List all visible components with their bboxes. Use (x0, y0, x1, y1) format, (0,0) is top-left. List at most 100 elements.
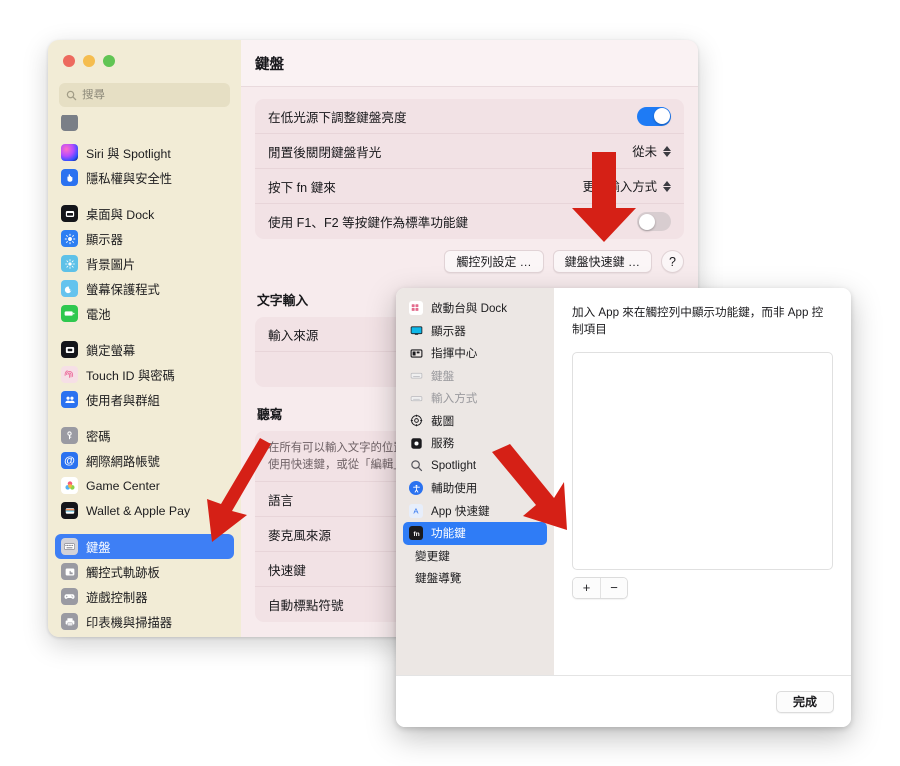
arrow-to-function-keys-category (492, 444, 567, 530)
pane-description: 加入 App 來在觸控列中顯示功能鍵，而非 App 控制項目 (572, 306, 824, 337)
category-label: 啟動台與 Dock (431, 302, 508, 316)
accessibility-icon (409, 481, 423, 496)
keyboard-shortcuts-dialog: 啟動台與 Dock 顯示器 指揮中心 鍵盤 輸入方式 截圖 服務 Spotlig… (396, 288, 851, 727)
category-input-sources[interactable]: 輸入方式 (403, 387, 547, 410)
category-label: 鍵盤 (431, 369, 455, 383)
remove-app-button[interactable]: − (600, 577, 627, 598)
trackpad-icon (61, 563, 78, 580)
shortcuts-detail-pane: 加入 App 來在觸控列中顯示功能鍵，而非 App 控制項目 + − (554, 288, 851, 675)
sidebar-item-label: Wallet & Apple Pay (86, 503, 191, 518)
game-center-icon (61, 477, 78, 494)
chevron-updown-icon[interactable] (663, 145, 671, 157)
sidebar-group-divider (55, 190, 234, 201)
touch-id-icon (61, 366, 78, 383)
displays-icon (61, 230, 78, 247)
page-title: 鍵盤 (241, 40, 698, 87)
sidebar-item-label: 使用者與群組 (86, 393, 160, 408)
sidebar-item-label: Touch ID 與密碼 (86, 368, 175, 383)
sidebar-search-box[interactable] (59, 83, 230, 107)
passwords-key-icon (61, 427, 78, 444)
display-icon (409, 324, 423, 338)
row-label: 按下 fn 鍵來 (268, 180, 336, 195)
sidebar-item-desktop-dock[interactable]: 桌面與 Dock (55, 201, 234, 226)
sidebar-item-users-groups[interactable]: 使用者與群組 (55, 387, 234, 412)
fn-function-keys-icon: fn (409, 526, 423, 541)
help-button[interactable]: ? (661, 250, 684, 273)
screensaver-icon (61, 280, 78, 297)
category-keyboard[interactable]: 鍵盤 (403, 365, 547, 388)
sidebar-group-divider (55, 412, 234, 423)
screenshot-stage: Siri 與 Spotlight 隱私權與安全性 桌面與 Dock (0, 0, 900, 766)
launchpad-dock-icon (409, 301, 423, 316)
services-icon (409, 436, 423, 450)
category-label: 截圖 (431, 414, 455, 428)
category-label: Spotlight (431, 459, 477, 473)
category-screenshots[interactable]: 截圖 (403, 410, 547, 433)
mission-control-icon (409, 346, 423, 360)
row-adjust-brightness-low-light[interactable]: 在低光源下調整鍵盤亮度 (255, 99, 684, 134)
category-label: 鍵盤導覽 (415, 572, 462, 586)
sidebar-item-label: Siri 與 Spotlight (86, 146, 171, 161)
category-label: 功能鍵 (431, 527, 466, 541)
add-app-button[interactable]: + (573, 577, 600, 598)
sidebar-item-displays[interactable]: 顯示器 (55, 226, 234, 251)
keyboard-shortcuts-button[interactable]: 鍵盤快速鍵 … (552, 250, 652, 273)
desktop-dock-icon (61, 205, 78, 222)
category-keyboard-navigation[interactable]: 鍵盤導覽 (403, 567, 547, 590)
search-input[interactable] (82, 89, 223, 101)
category-label: 服務 (431, 437, 455, 451)
lock-screen-icon (61, 341, 78, 358)
sidebar-item-touch-id[interactable]: Touch ID 與密碼 (55, 362, 234, 387)
game-controller-icon (61, 588, 78, 605)
sidebar-item-privacy-security[interactable]: 隱私權與安全性 (55, 165, 234, 190)
sidebar-item-siri-spotlight[interactable]: Siri 與 Spotlight (55, 140, 234, 165)
sidebar-item-battery[interactable]: 電池 (55, 301, 234, 326)
close-button[interactable] (63, 55, 75, 67)
keyboard-action-buttons: 觸控列設定 … 鍵盤快速鍵 … ? (255, 250, 684, 273)
sidebar-item-screen-saver[interactable]: 螢幕保護程式 (55, 276, 234, 301)
category-label: 輸入方式 (431, 392, 478, 406)
sidebar-item-label: 電池 (86, 307, 111, 322)
touch-bar-settings-button[interactable]: 觸控列設定 … (444, 250, 544, 273)
keyboard-icon (409, 369, 423, 383)
svg-text:fn: fn (413, 531, 419, 538)
sidebar-item-label: 觸控式軌跡板 (86, 565, 160, 580)
shortcuts-dialog-footer: 完成 (396, 675, 851, 727)
svg-text:A: A (413, 506, 419, 515)
sidebar-item-trackpad[interactable]: 觸控式軌跡板 (55, 559, 234, 584)
sidebar-item-label: 鍵盤 (86, 540, 111, 555)
sidebar-item-label: 密碼 (86, 429, 111, 444)
done-button[interactable]: 完成 (776, 690, 834, 713)
sidebar-item-label: Game Center (86, 478, 160, 493)
category-launchpad-dock[interactable]: 啟動台與 Dock (403, 297, 547, 320)
sidebar-item-wallpaper[interactable]: 背景圖片 (55, 251, 234, 276)
sidebar-item-game-controller[interactable]: 遊戲控制器 (55, 584, 234, 609)
category-mission-control[interactable]: 指揮中心 (403, 342, 547, 365)
sidebar-group-divider (55, 326, 234, 337)
siri-icon (61, 144, 78, 161)
row-label: 在低光源下調整鍵盤亮度 (268, 110, 407, 125)
chevron-updown-icon[interactable] (663, 180, 671, 192)
sidebar-item-list: Siri 與 Spotlight 隱私權與安全性 桌面與 Dock 顯示器 背景… (48, 115, 241, 637)
category-displays[interactable]: 顯示器 (403, 320, 547, 343)
app-list-box[interactable] (572, 351, 833, 570)
sidebar-item-label: 背景圖片 (86, 257, 136, 272)
sidebar-item-label: 螢幕保護程式 (86, 282, 160, 297)
wallet-icon (61, 502, 78, 519)
wallpaper-icon (61, 255, 78, 272)
internet-accounts-icon: @ (61, 452, 78, 469)
sidebar-item-lock-screen[interactable]: 鎖定螢幕 (55, 337, 234, 362)
sidebar-item-label: 印表機與掃描器 (86, 615, 173, 630)
battery-icon (61, 305, 78, 322)
adjust-brightness-toggle[interactable] (637, 106, 671, 126)
arrow-to-keyboard-sidebar-item (207, 438, 271, 542)
sidebar-item-partial-above[interactable] (55, 115, 234, 140)
category-label: 指揮中心 (431, 347, 478, 361)
minimize-button[interactable] (83, 55, 95, 67)
category-modifier-keys[interactable]: 變更鍵 (403, 545, 547, 568)
sidebar-item-label: 隱私權與安全性 (86, 171, 173, 186)
add-remove-button-group: + − (572, 576, 628, 599)
sidebar-item-printers-scanners[interactable]: 印表機與掃描器 (55, 609, 234, 634)
category-label: App 快速鍵 (431, 504, 490, 518)
zoom-button[interactable] (103, 55, 115, 67)
